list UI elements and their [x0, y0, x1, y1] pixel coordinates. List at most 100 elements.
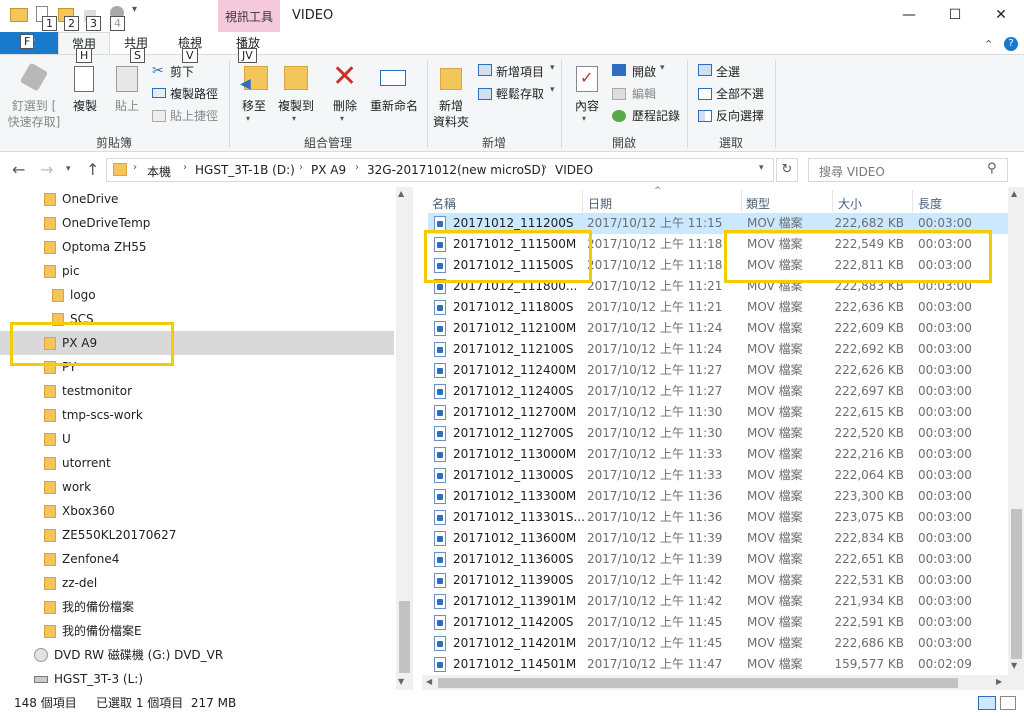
column-header-name[interactable]: 名稱: [432, 195, 456, 212]
cut-button[interactable]: 剪下: [170, 63, 194, 80]
recent-locations-icon[interactable]: ▾: [66, 164, 71, 174]
column-header-type[interactable]: 類型: [746, 195, 770, 212]
paste-shortcut-button[interactable]: 貼上捷徑: [170, 107, 218, 124]
breadcrumb-item[interactable]: HGST_3T-1B (D:): [195, 163, 295, 177]
up-icon[interactable]: ↑: [86, 160, 99, 179]
tree-item[interactable]: testmonitor: [0, 379, 394, 403]
column-header-length[interactable]: 長度: [918, 195, 942, 212]
search-input[interactable]: 搜尋 VIDEO ⚲: [808, 158, 1008, 182]
file-row[interactable]: 20171012_112700S 2017/10/12 上午 11:30 MOV 檔…: [428, 423, 1008, 444]
tree-item[interactable]: tmp-scs-work: [0, 403, 394, 427]
file-name: 20171012_113900S: [453, 573, 574, 587]
refresh-icon[interactable]: ↻: [776, 158, 798, 182]
maximize-button[interactable]: ☐: [932, 0, 978, 30]
address-dropdown-icon[interactable]: ▾: [759, 163, 764, 173]
column-header-size[interactable]: 大小: [838, 195, 862, 212]
paste-button[interactable]: 貼上: [110, 98, 144, 114]
edit-button[interactable]: 編輯: [632, 85, 656, 102]
file-list-horizontal-scrollbar[interactable]: ◀ ▶: [422, 675, 1008, 691]
file-row[interactable]: 20171012_113901M 2017/10/12 上午 11:42 MOV 檔…: [428, 591, 1008, 612]
large-icons-view-icon[interactable]: [1000, 696, 1016, 710]
easy-access-button[interactable]: 輕鬆存取: [496, 85, 544, 102]
tree-item[interactable]: pic: [0, 259, 394, 283]
pin-quick-access-button[interactable]: 釘選到 [ 快速存取]: [4, 98, 64, 130]
scroll-left-icon[interactable]: ◀: [426, 677, 432, 686]
properties-button[interactable]: 內容: [570, 98, 604, 114]
file-row[interactable]: 20171012_112100M 2017/10/12 上午 11:24 MOV 檔…: [428, 318, 1008, 339]
hard-drive-icon: [34, 676, 48, 683]
breadcrumb-item[interactable]: VIDEO: [555, 163, 593, 177]
file-row[interactable]: 20171012_113600M 2017/10/12 上午 11:39 MOV 檔…: [428, 528, 1008, 549]
rename-button[interactable]: 重新命名: [366, 98, 422, 114]
file-row[interactable]: 20171012_113000M 2017/10/12 上午 11:33 MOV 檔…: [428, 444, 1008, 465]
tree-item[interactable]: DVD RW 磁碟機 (G:) DVD_VR: [0, 643, 394, 667]
column-divider[interactable]: [832, 190, 833, 212]
tree-item[interactable]: 我的備份檔案E: [0, 619, 394, 643]
back-icon[interactable]: ←: [12, 160, 25, 179]
tree-item[interactable]: ZE550KL20170627: [0, 523, 394, 547]
customize-quick-access-icon[interactable]: ▾: [132, 4, 137, 15]
collapse-ribbon-icon[interactable]: ⌃: [984, 38, 993, 51]
file-row[interactable]: 20171012_112100S 2017/10/12 上午 11:24 MOV 檔…: [428, 339, 1008, 360]
column-divider[interactable]: [912, 190, 913, 212]
new-item-button[interactable]: 新增項目: [496, 63, 544, 80]
file-row[interactable]: 20171012_114501M 2017/10/12 上午 11:47 MOV 檔…: [428, 654, 1008, 675]
copy-button[interactable]: 複製: [68, 98, 102, 114]
address-bar[interactable]: › 本機 › HGST_3T-1B (D:) › PX A9 › 32G-201…: [106, 158, 774, 182]
file-row[interactable]: 20171012_112400M 2017/10/12 上午 11:27 MOV 檔…: [428, 360, 1008, 381]
copy-to-button[interactable]: 複製到: [274, 98, 318, 114]
breadcrumb-item[interactable]: 32G-20171012(new microSD): [367, 163, 545, 177]
scrollbar-thumb[interactable]: [438, 678, 958, 688]
scroll-up-icon[interactable]: ▲: [1011, 189, 1017, 198]
scroll-down-icon[interactable]: ▼: [398, 677, 404, 686]
tree-item[interactable]: work: [0, 475, 394, 499]
tree-item[interactable]: Optoma ZH55: [0, 235, 394, 259]
tree-item[interactable]: Zenfone4: [0, 547, 394, 571]
column-divider[interactable]: [582, 190, 583, 212]
move-to-button[interactable]: 移至: [236, 98, 272, 114]
tree-item[interactable]: Xbox360: [0, 499, 394, 523]
file-row[interactable]: 20171012_112400S 2017/10/12 上午 11:27 MOV 檔…: [428, 381, 1008, 402]
details-view-icon[interactable]: [978, 696, 996, 710]
scroll-up-icon[interactable]: ▲: [398, 189, 404, 198]
new-folder-button[interactable]: 新增 資料夾: [430, 98, 472, 130]
tree-item[interactable]: OneDriveTemp: [0, 211, 394, 235]
file-row[interactable]: 20171012_112700M 2017/10/12 上午 11:30 MOV 檔…: [428, 402, 1008, 423]
file-row[interactable]: 20171012_113300M 2017/10/12 上午 11:36 MOV 檔…: [428, 486, 1008, 507]
file-row[interactable]: 20171012_113600S 2017/10/12 上午 11:39 MOV 檔…: [428, 549, 1008, 570]
navigation-pane-scrollbar[interactable]: ▲ ▼: [396, 187, 413, 690]
breadcrumb-item[interactable]: PX A9: [311, 163, 346, 177]
tree-item[interactable]: HGST_3T-3 (L:): [0, 667, 394, 690]
scroll-right-icon[interactable]: ▶: [996, 677, 1002, 686]
file-row[interactable]: 20171012_113000S 2017/10/12 上午 11:33 MOV 檔…: [428, 465, 1008, 486]
copy-path-button[interactable]: 複製路徑: [170, 85, 218, 102]
forward-icon[interactable]: →: [40, 160, 53, 179]
help-icon[interactable]: ?: [1004, 37, 1018, 51]
scrollbar-thumb[interactable]: [1011, 509, 1022, 659]
tree-item[interactable]: logo: [0, 283, 394, 307]
tree-item[interactable]: utorrent: [0, 451, 394, 475]
close-button[interactable]: ✕: [978, 0, 1024, 30]
delete-button[interactable]: 刪除: [328, 98, 362, 114]
file-row[interactable]: 20171012_114200S 2017/10/12 上午 11:45 MOV 檔…: [428, 612, 1008, 633]
scrollbar-thumb[interactable]: [399, 601, 410, 673]
tree-item[interactable]: zz-del: [0, 571, 394, 595]
column-divider[interactable]: [741, 190, 742, 212]
select-all-button[interactable]: 全選: [716, 63, 740, 80]
tree-item[interactable]: U: [0, 427, 394, 451]
history-button[interactable]: 歷程記錄: [632, 107, 680, 124]
file-row[interactable]: 20171012_113900S 2017/10/12 上午 11:42 MOV 檔…: [428, 570, 1008, 591]
file-row[interactable]: 20171012_111800S 2017/10/12 上午 11:21 MOV 檔…: [428, 297, 1008, 318]
breadcrumb-item[interactable]: 本機: [147, 163, 171, 180]
file-list-vertical-scrollbar[interactable]: ▲ ▼: [1008, 187, 1024, 690]
column-header-date[interactable]: 日期: [588, 195, 612, 212]
invert-selection-button[interactable]: 反向選擇: [716, 107, 764, 124]
minimize-button[interactable]: —: [886, 0, 932, 30]
open-button[interactable]: 開啟: [632, 63, 656, 80]
scroll-down-icon[interactable]: ▼: [1011, 661, 1017, 670]
file-row[interactable]: 20171012_114201M 2017/10/12 上午 11:45 MOV 檔…: [428, 633, 1008, 654]
tree-item[interactable]: OneDrive: [0, 187, 394, 211]
select-none-button[interactable]: 全部不選: [716, 85, 764, 102]
tree-item[interactable]: 我的備份檔案: [0, 595, 394, 619]
file-row[interactable]: 20171012_113301S... 2017/10/12 上午 11:36 MO…: [428, 507, 1008, 528]
